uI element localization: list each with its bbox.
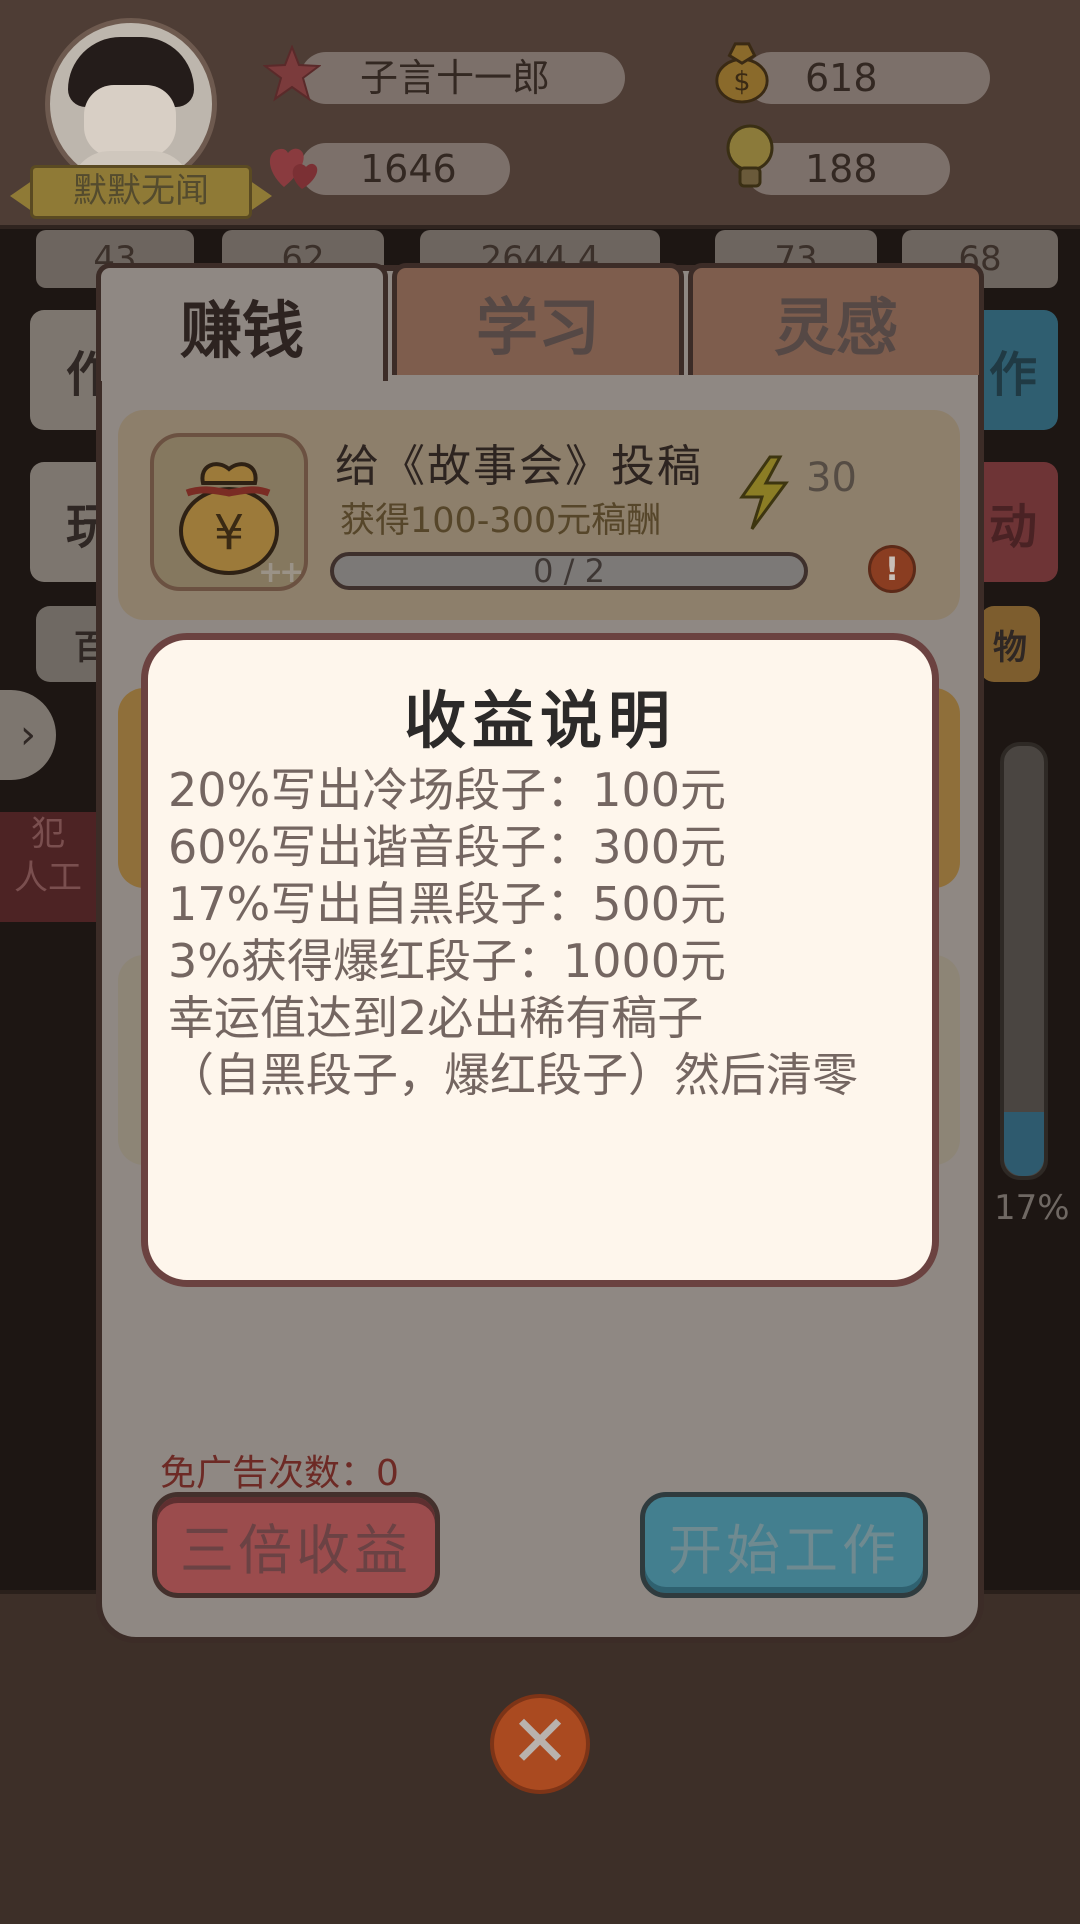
lightbulb-icon	[720, 124, 780, 188]
star-icon	[262, 44, 322, 104]
rank-banner: 默默无闻	[30, 165, 252, 219]
money-bag-icon: $	[712, 40, 772, 104]
popup-title: 收益说明	[403, 684, 676, 757]
tab-earn-money[interactable]: 赚钱	[96, 263, 388, 381]
start-work-button[interactable]: 开始工作	[640, 1492, 928, 1598]
task-title: 给《故事会》投稿	[335, 441, 703, 492]
bg-percent-label: 17%	[994, 1188, 1070, 1228]
lightning-icon	[736, 455, 792, 535]
bg-meter-fill	[1004, 1112, 1044, 1176]
task-progress-text: 0 / 2	[533, 552, 605, 590]
task-reward: 获得100-300元稿酬	[340, 501, 662, 541]
info-line: （自黑段子，爆红段子）然后清零	[168, 1048, 858, 1102]
tab-inspiration[interactable]: 灵感	[688, 263, 984, 375]
popup-body: 20%写出冷场段子：100元 60%写出谐音段子：300元 17%写出自黑段子：…	[168, 762, 928, 1104]
side-label-line-1: 犯	[31, 814, 65, 854]
upgrade-plus-icon: ++	[258, 555, 304, 590]
triple-reward-button[interactable]: 三倍收益	[152, 1492, 440, 1598]
avatar-face	[84, 85, 176, 157]
info-line: 3%获得爆红段子：1000元	[168, 934, 727, 988]
task-progress-bar: 0 / 2	[330, 552, 808, 590]
nickname-pill: 子言十一郎	[300, 52, 625, 104]
side-label: 犯 人工	[0, 812, 96, 922]
info-line: 17%写出自黑段子：500元	[168, 877, 727, 931]
tab-study[interactable]: 学习	[392, 263, 684, 375]
money-pill: 618	[745, 52, 990, 104]
svg-text:¥: ¥	[214, 505, 245, 561]
info-line: 60%写出谐音段子：300元	[168, 820, 727, 874]
close-icon[interactable]: ✕	[490, 1694, 590, 1794]
bg-vertical-meter	[1000, 742, 1048, 1180]
ad-free-count: 免广告次数：0	[160, 1453, 399, 1494]
bg-small-button-right: 物	[980, 606, 1040, 682]
info-line: 幸运值达到2必出稀有稿子	[168, 991, 704, 1045]
info-alert-icon[interactable]: !	[868, 545, 916, 593]
side-arrow-button: ›	[0, 690, 56, 780]
svg-text:$: $	[733, 66, 750, 97]
energy-cost: 30	[806, 455, 857, 501]
hearts-pill: 1646	[300, 143, 510, 195]
side-label-line-2: 人工	[14, 858, 82, 898]
info-line: 20%写出冷场段子：100元	[168, 763, 727, 817]
hearts-icon	[264, 136, 324, 196]
